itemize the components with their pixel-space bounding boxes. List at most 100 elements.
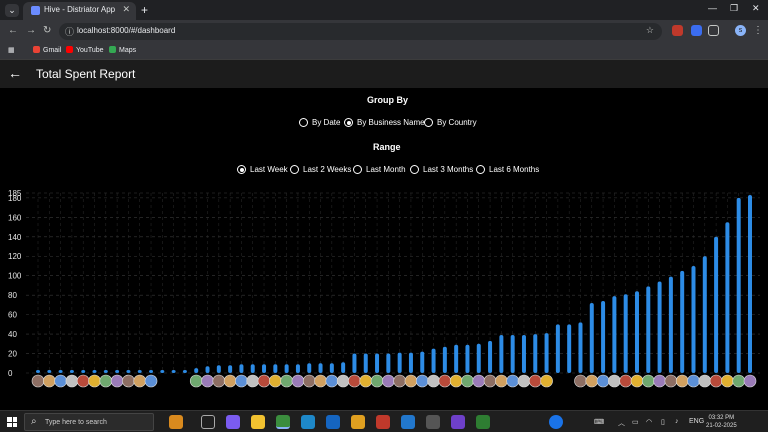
file-explorer-icon[interactable] <box>251 415 265 429</box>
bar <box>465 344 470 373</box>
restore-icon[interactable]: ❐ <box>730 3 738 14</box>
bar <box>567 324 572 373</box>
github-icon[interactable] <box>451 415 465 429</box>
bar <box>115 370 120 373</box>
tab-search-button[interactable]: ⌄ <box>5 4 19 17</box>
business-logo-icon <box>596 374 610 388</box>
battery-icon[interactable]: ▯ <box>661 418 665 426</box>
radio-by-date[interactable]: By Date <box>299 118 340 127</box>
group-by-title: Group By <box>367 95 409 105</box>
language-indicator[interactable]: ENG <box>689 418 704 425</box>
bar <box>36 370 40 373</box>
back-arrow-icon[interactable]: ← <box>8 65 22 81</box>
bar <box>205 366 210 373</box>
clock-date: 21-02-2025 <box>706 423 737 429</box>
business-logo-icon <box>653 374 666 388</box>
help-icon[interactable] <box>549 415 563 429</box>
business-logo-icon <box>721 374 734 388</box>
bookmark-maps[interactable]: Maps <box>109 46 136 54</box>
profile-avatar[interactable]: s <box>735 25 746 36</box>
taskbar-app-icon[interactable] <box>169 415 183 429</box>
volume-icon[interactable]: ♪ <box>675 418 679 425</box>
reload-icon[interactable]: ↻ <box>43 25 51 36</box>
radio-last-2-weeks[interactable]: Last 2 Weeks <box>290 165 351 174</box>
radio-last-3-months[interactable]: Last 3 Months <box>410 165 473 174</box>
business-logo-icon <box>393 374 406 388</box>
site-info-icon[interactable]: ⓘ <box>65 25 74 38</box>
vscode-icon[interactable] <box>401 415 415 429</box>
business-logo-icon <box>65 374 79 388</box>
browser-tab[interactable]: Hive - Distriator App ✕ <box>23 2 136 20</box>
bar <box>612 296 617 373</box>
outlook-icon[interactable] <box>326 415 340 429</box>
extensions-puzzle-icon[interactable] <box>708 25 719 36</box>
bar <box>488 340 493 373</box>
network-icon[interactable]: ▭ <box>632 418 639 426</box>
taskbar-search-box[interactable]: ⌕ Type here to search <box>24 413 154 431</box>
radio-last-month[interactable]: Last Month <box>353 165 406 174</box>
radio-by-business-name[interactable]: By Business Name <box>344 118 425 127</box>
bar <box>295 364 300 373</box>
forward-icon[interactable]: → <box>26 25 36 36</box>
business-logo-icon <box>427 374 440 388</box>
bar <box>58 370 63 373</box>
hive-favicon-icon <box>31 6 40 15</box>
chrome-profile-icon[interactable] <box>376 415 390 429</box>
bookmark-gmail[interactable]: Gmail <box>33 46 61 54</box>
bar <box>442 346 447 373</box>
windows-start-icon[interactable] <box>7 417 17 427</box>
y-tick-label: 80 <box>8 291 17 300</box>
url-text[interactable]: localhost:8000/#/dashboard <box>77 26 175 35</box>
total-spent-bar-chart: 020406080100120140160180185 <box>8 189 760 388</box>
radio-last-week[interactable]: Last Week <box>237 165 288 174</box>
business-logo-icon <box>709 374 723 388</box>
y-tick-label: 0 <box>8 369 13 378</box>
apps-grid-icon[interactable]: ▦ <box>8 46 15 54</box>
bar <box>318 363 323 373</box>
tab-strip: ⌄ Hive - Distriator App ✕ + — ❐ ✕ <box>0 0 768 20</box>
radio-last-6-months[interactable]: Last 6 Months <box>476 165 539 174</box>
menu-kebab-icon[interactable]: ⋮ <box>753 25 763 36</box>
bar <box>273 364 278 373</box>
task-view-icon[interactable] <box>201 415 215 429</box>
radio-by-country[interactable]: By Country <box>424 118 477 127</box>
business-logo-icon <box>325 374 339 388</box>
bar <box>499 335 504 373</box>
new-tab-button[interactable]: + <box>141 3 148 17</box>
business-logo-icon <box>133 374 147 388</box>
copilot-icon[interactable] <box>226 415 240 429</box>
back-icon[interactable]: ← <box>8 25 18 36</box>
business-logo-icon <box>110 374 124 388</box>
business-logo-icon <box>246 374 260 388</box>
edge-icon[interactable] <box>301 415 315 429</box>
bar <box>182 370 187 373</box>
business-logo-icon <box>574 374 587 388</box>
bitwarden-shield-icon[interactable] <box>691 25 702 36</box>
business-logo-icon <box>54 374 67 388</box>
clock[interactable]: 03:32 PM 21-02-2025 <box>706 414 737 430</box>
search-placeholder: Type here to search <box>45 419 107 426</box>
tray-chevron-icon[interactable]: ︿ <box>618 418 625 428</box>
chrome-icon[interactable] <box>276 415 290 429</box>
app-icon[interactable] <box>426 415 440 429</box>
business-logo-icon <box>280 374 293 388</box>
bar <box>691 265 696 373</box>
bar <box>126 370 131 373</box>
extension-icon[interactable] <box>672 25 683 36</box>
bar <box>431 348 436 373</box>
close-icon[interactable]: ✕ <box>122 4 130 15</box>
window-close-icon[interactable]: ✕ <box>752 3 760 14</box>
chrome-secondary-icon[interactable] <box>476 415 490 429</box>
address-bar[interactable]: ⓘ localhost:8000/#/dashboard ☆ <box>59 23 662 40</box>
bar <box>510 335 515 373</box>
bookmark-youtube[interactable]: YouTube <box>66 46 104 54</box>
bar <box>454 344 459 373</box>
bookmark-star-icon[interactable]: ☆ <box>646 25 654 36</box>
wifi-icon[interactable]: ◠ <box>646 418 652 426</box>
bar <box>521 335 526 373</box>
bar <box>386 353 391 373</box>
keyboard-icon[interactable]: ⌨ <box>594 418 604 426</box>
business-logo-icon <box>269 374 282 388</box>
minimize-icon[interactable]: — <box>708 3 717 13</box>
app-badge-icon[interactable] <box>351 415 365 429</box>
